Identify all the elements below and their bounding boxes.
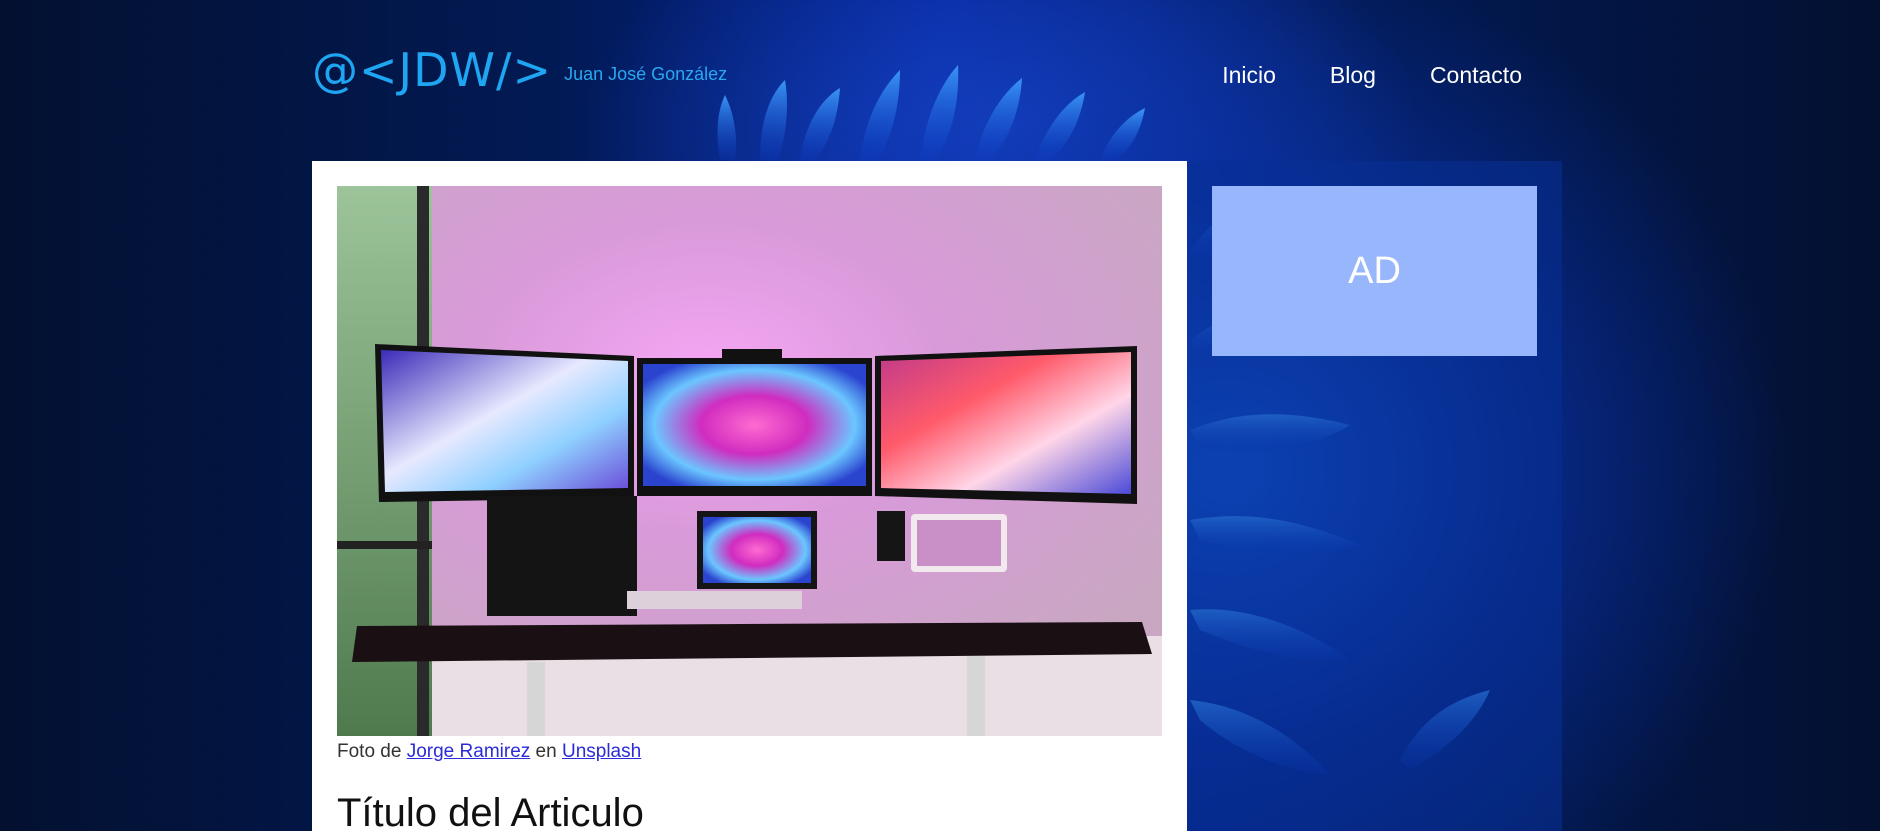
article-image <box>337 186 1162 736</box>
article-title: Título del Articulo <box>337 791 644 831</box>
ad-banner[interactable]: AD <box>1212 186 1537 356</box>
unsplash-link[interactable]: Unsplash <box>562 741 641 762</box>
photographer-link[interactable]: Jorge Ramirez <box>407 741 531 762</box>
author-name: Juan José González <box>564 64 728 84</box>
nav-link-inicio[interactable]: Inicio <box>1222 40 1276 110</box>
desk-setup-photo <box>337 186 1162 736</box>
site-logo[interactable]: @<JDW/> Juan José González <box>312 40 727 104</box>
site-header: @<JDW/> Juan José González Inicio Blog Co… <box>312 40 1562 110</box>
caption-prefix: Foto de <box>337 741 407 762</box>
sidebar: AD <box>1187 161 1562 831</box>
ad-label: AD <box>1348 249 1401 292</box>
article-container: Foto de Jorge Ramirez en Unsplash Título… <box>312 161 1187 831</box>
logo-text: @<JDW/> <box>312 43 553 97</box>
nav-link-contacto[interactable]: Contacto <box>1430 40 1522 110</box>
main-nav: Inicio Blog Contacto <box>1222 40 1562 110</box>
caption-middle: en <box>530 741 562 762</box>
photo-caption: Foto de Jorge Ramirez en Unsplash <box>337 737 641 767</box>
nav-link-blog[interactable]: Blog <box>1330 40 1376 110</box>
